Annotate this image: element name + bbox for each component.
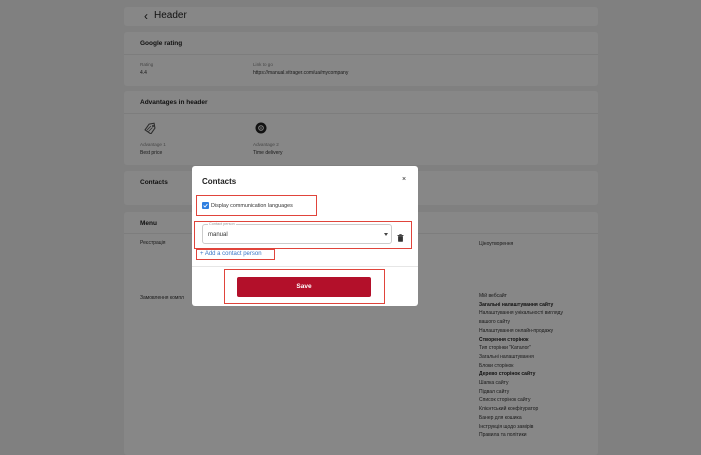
close-icon[interactable]: × [402, 176, 406, 183]
trash-icon[interactable] [397, 229, 404, 247]
checkmark-icon [203, 203, 208, 208]
contact-person-select[interactable]: Contact person manual [202, 222, 392, 244]
modal-divider [192, 266, 418, 267]
save-button[interactable]: Save [237, 277, 371, 297]
display-languages-label[interactable]: Display communication languages [211, 203, 293, 209]
chevron-down-icon[interactable] [384, 233, 388, 236]
contacts-modal: Contacts × Display communication languag… [192, 166, 418, 306]
modal-title: Contacts [202, 177, 237, 186]
display-languages-checkbox[interactable] [202, 202, 209, 209]
add-contact-person-link[interactable]: + Add a contact person [200, 251, 262, 257]
contact-person-label: Contact person [208, 222, 236, 226]
contact-person-value: manual [208, 232, 228, 238]
